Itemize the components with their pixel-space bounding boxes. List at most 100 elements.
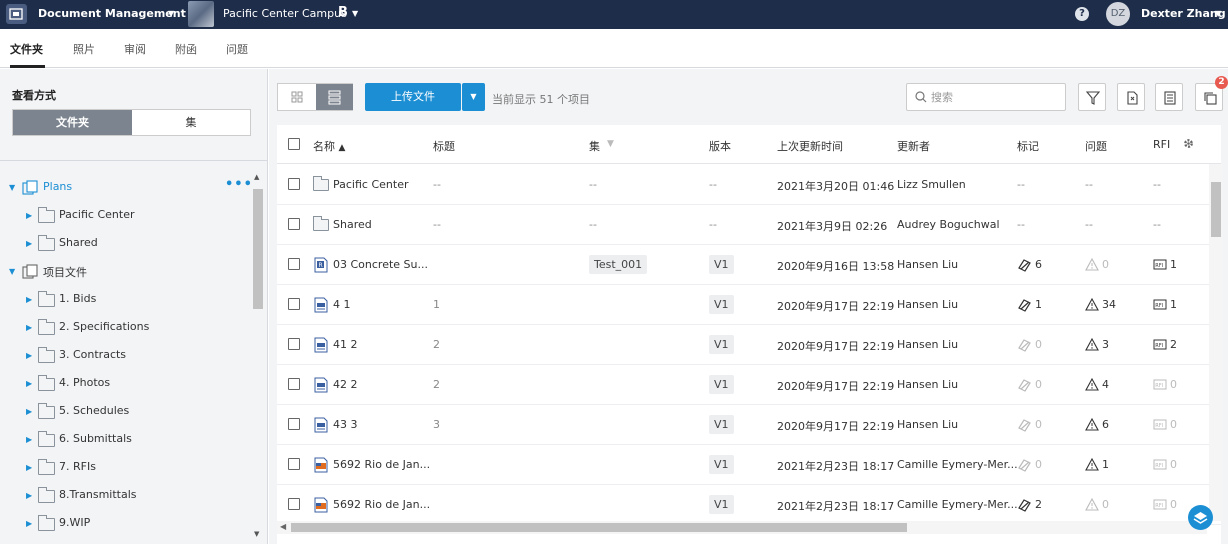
help-icon[interactable]: ?	[1075, 7, 1089, 21]
select-all-checkbox[interactable]	[288, 138, 300, 150]
column-header-set[interactable]: 集	[589, 138, 600, 154]
markups-cell[interactable]: 2	[1017, 498, 1057, 512]
table-row[interactable]: 41 2 2 V1 2020年9月17日 22:19 Hansen Liu 0 3 RFI 2	[277, 325, 1221, 365]
rfi-cell[interactable]: RFI 0	[1153, 458, 1193, 472]
table-row[interactable]: 5692 Rio de Jan... V1 2021年2月23日 18:17 Cami…	[277, 445, 1221, 485]
sidebar-scrollbar[interactable]: ▲ ▼	[252, 173, 264, 543]
table-row[interactable]: R 03 Concrete Su... Test_001 V1 2020年9月16日 1…	[277, 245, 1221, 285]
expand-chevron-right-icon[interactable]: ▶	[26, 379, 32, 388]
row-checkbox[interactable]	[288, 498, 300, 510]
expand-chevron-right-icon[interactable]: ▶	[26, 463, 32, 472]
column-header-title[interactable]: 标题	[433, 138, 455, 154]
row-checkbox[interactable]	[288, 378, 300, 390]
tree-item[interactable]: ▼ 项目文件	[0, 258, 250, 286]
list-view-button[interactable]	[316, 84, 353, 110]
tree-item[interactable]: ▶ Pacific Center	[0, 202, 250, 230]
file-name[interactable]: 43 3	[333, 418, 358, 431]
row-checkbox[interactable]	[288, 178, 300, 190]
search-input[interactable]	[931, 89, 1061, 105]
column-header-rfi[interactable]: RFI	[1153, 138, 1170, 151]
issues-cell[interactable]: 1	[1085, 458, 1125, 472]
column-header-markups[interactable]: 标记	[1017, 138, 1039, 154]
rfi-cell[interactable]: RFI 0	[1153, 418, 1193, 432]
project-switcher-chevron-down-icon[interactable]: ▼	[352, 9, 358, 18]
row-checkbox[interactable]	[288, 218, 300, 230]
rfi-cell[interactable]: RFI 2	[1153, 338, 1193, 352]
version-badge[interactable]: V1	[709, 335, 734, 354]
column-header-issues[interactable]: 问题	[1085, 138, 1107, 154]
markups-cell[interactable]: 6	[1017, 258, 1057, 272]
scrollbar-thumb[interactable]	[1211, 182, 1221, 237]
scroll-down-arrow-icon[interactable]: ▼	[254, 530, 259, 538]
expand-chevron-right-icon[interactable]: ▶	[26, 407, 32, 416]
file-name[interactable]: Pacific Center	[333, 178, 408, 191]
tree-item[interactable]: ▶ 7. RFIs	[0, 454, 250, 482]
tree-item[interactable]: ▶ 9.WIP	[0, 510, 250, 538]
column-header-updated-by[interactable]: 更新者	[897, 138, 930, 154]
tab-reviews[interactable]: 审阅	[124, 41, 146, 57]
user-menu-chevron-down-icon[interactable]: ▼	[1215, 9, 1221, 18]
table-row[interactable]: Pacific Center -- -- -- 2021年3月20日 01:46 Lizz…	[277, 165, 1221, 205]
app-name[interactable]: Document Management	[38, 7, 186, 20]
tree-item[interactable]: ▶ 6. Submittals	[0, 426, 250, 454]
upload-files-button[interactable]: 上传文件	[365, 83, 461, 111]
tab-transmittals[interactable]: 附函	[175, 41, 197, 57]
rfi-cell[interactable]: RFI 1	[1153, 298, 1193, 312]
scroll-up-arrow-icon[interactable]: ▲	[254, 173, 259, 181]
version-badge[interactable]: V1	[709, 455, 734, 474]
project-name[interactable]: Pacific Center Campus	[223, 7, 347, 20]
expand-chevron-right-icon[interactable]: ▶	[26, 435, 32, 444]
version-badge[interactable]: V1	[709, 495, 734, 514]
version-badge[interactable]: V1	[709, 295, 734, 314]
app-switcher-chevron-down-icon[interactable]: ▼	[168, 9, 174, 18]
tab-photos[interactable]: 照片	[73, 41, 95, 57]
expand-chevron-down-icon[interactable]: ▼	[9, 183, 15, 192]
tree-item[interactable]: ▶ 1. Bids	[0, 286, 250, 314]
version-badge[interactable]: V1	[709, 415, 734, 434]
table-row[interactable]: 42 2 2 V1 2020年9月17日 22:19 Hansen Liu 0 4 RFI 0	[277, 365, 1221, 405]
expand-chevron-right-icon[interactable]: ▶	[26, 519, 32, 528]
export-button[interactable]	[1117, 83, 1145, 111]
tree-item[interactable]: ▶ 4. Photos	[0, 370, 250, 398]
table-row[interactable]: 4 1 1 V1 2020年9月17日 22:19 Hansen Liu 1 34 RFI 1	[277, 285, 1221, 325]
column-settings-gear-icon[interactable]	[1182, 137, 1195, 150]
tab-folders[interactable]: 文件夹	[10, 41, 43, 57]
upload-dropdown-chevron-down-icon[interactable]: ▼	[462, 83, 485, 111]
issues-cell[interactable]: 0	[1085, 498, 1125, 512]
more-options-icon[interactable]: •••	[225, 177, 253, 192]
avatar[interactable]: DZ	[1106, 2, 1130, 26]
table-horizontal-scrollbar[interactable]: ◀	[277, 521, 1207, 534]
tree-item[interactable]: ▶ 8.Transmittals	[0, 482, 250, 510]
scrollbar-thumb[interactable]	[291, 523, 907, 532]
set-tag[interactable]: Test_001	[589, 255, 648, 274]
set-filter-icon[interactable]: ▼	[607, 139, 614, 149]
column-header-name[interactable]: 名称 ▲	[313, 138, 345, 154]
table-row[interactable]: 43 3 3 V1 2020年9月17日 22:19 Hansen Liu 0 6 RFI 0	[277, 405, 1221, 445]
markups-cell[interactable]: 0	[1017, 378, 1057, 392]
rfi-cell[interactable]: RFI 1	[1153, 258, 1193, 272]
sheet-view-button[interactable]	[1155, 83, 1183, 111]
table-row[interactable]: Shared -- -- -- 2021年3月9日 02:26 Audrey Boguch…	[277, 205, 1221, 245]
tree-item[interactable]: ▶ 3. Contracts	[0, 342, 250, 370]
expand-chevron-down-icon[interactable]: ▼	[9, 267, 15, 276]
file-name[interactable]: 4 1	[333, 298, 351, 311]
issues-cell[interactable]: 0	[1085, 258, 1125, 272]
issues-cell[interactable]: 3	[1085, 338, 1125, 352]
tree-item[interactable]: ▼ Plans •••	[0, 174, 253, 202]
expand-chevron-right-icon[interactable]: ▶	[26, 295, 32, 304]
file-name[interactable]: 41 2	[333, 338, 358, 351]
help-assistant-icon[interactable]	[1188, 505, 1213, 530]
user-name[interactable]: Dexter Zhang	[1141, 7, 1226, 20]
tree-item[interactable]: ▶ 5. Schedules	[0, 398, 250, 426]
markups-cell[interactable]: 0	[1017, 418, 1057, 432]
expand-chevron-right-icon[interactable]: ▶	[26, 351, 32, 360]
file-name[interactable]: Shared	[333, 218, 372, 231]
issues-cell[interactable]: 34	[1085, 298, 1125, 312]
filter-button[interactable]	[1078, 83, 1106, 111]
row-checkbox[interactable]	[288, 338, 300, 350]
expand-chevron-right-icon[interactable]: ▶	[26, 491, 32, 500]
column-header-last-updated[interactable]: 上次更新时间	[777, 138, 843, 154]
row-checkbox[interactable]	[288, 298, 300, 310]
issues-cell[interactable]: 6	[1085, 418, 1125, 432]
issues-cell[interactable]: 4	[1085, 378, 1125, 392]
